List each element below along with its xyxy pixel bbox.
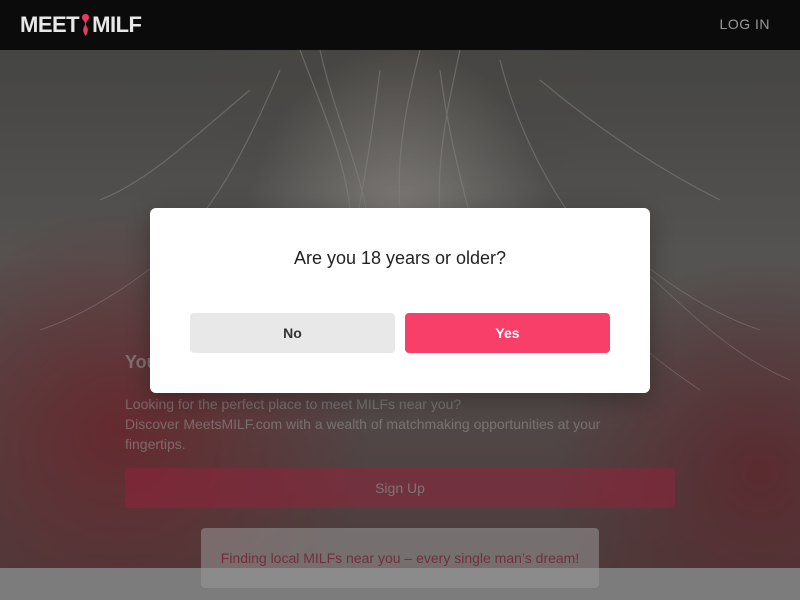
yes-button[interactable]: Yes [405, 313, 610, 353]
age-verification-dialog: Are you 18 years or older? No Yes [150, 208, 650, 393]
top-nav-bar: MEET MILF LOG IN [0, 0, 800, 50]
no-button[interactable]: No [190, 313, 395, 353]
logo-heart-icon [79, 12, 92, 38]
logo-text-right: MILF [92, 12, 142, 37]
site-logo[interactable]: MEET MILF [20, 10, 142, 40]
login-link[interactable]: LOG IN [720, 16, 770, 32]
age-question: Are you 18 years or older? [293, 248, 507, 268]
logo-text-left: MEET [20, 12, 80, 37]
